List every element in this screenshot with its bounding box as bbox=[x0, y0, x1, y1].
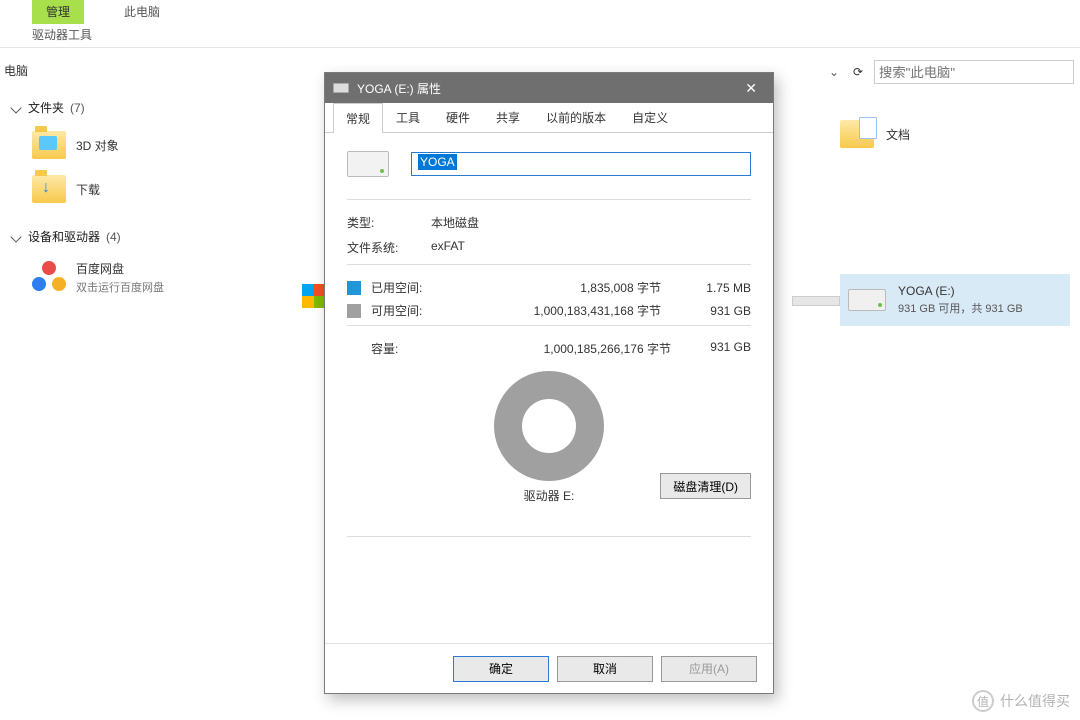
tab-tools[interactable]: 工具 bbox=[383, 102, 433, 132]
free-space-label: 可用空间: bbox=[371, 302, 441, 319]
filesystem-label: 文件系统: bbox=[347, 239, 431, 256]
tab-sharing[interactable]: 共享 bbox=[483, 102, 533, 132]
windows-logo-icon bbox=[302, 284, 326, 308]
dialog-body: YOGA 类型:本地磁盘 文件系统:exFAT 已用空间: 1,835,008 … bbox=[325, 133, 773, 643]
volume-name-input[interactable]: YOGA bbox=[411, 152, 751, 176]
properties-dialog: YOGA (E:) 属性 ✕ 常规 工具 硬件 共享 以前的版本 自定义 YOG… bbox=[324, 72, 774, 694]
chevron-down-icon bbox=[10, 231, 21, 242]
used-space-label: 已用空间: bbox=[371, 279, 441, 296]
ribbon-tab-thispc[interactable]: 此电脑 bbox=[110, 0, 174, 24]
drive-yoga-e[interactable]: YOGA (E:) 931 GB 可用，共 931 GB bbox=[840, 274, 1070, 326]
capacity-label: 容量: bbox=[347, 340, 441, 357]
tab-custom[interactable]: 自定义 bbox=[619, 102, 681, 132]
tree-item-label: 3D 对象 bbox=[76, 137, 119, 154]
tree-item-label: 百度网盘 bbox=[76, 260, 164, 277]
tree-header-folders[interactable]: 文件夹 (7) bbox=[12, 96, 272, 119]
free-space-hr: 931 GB bbox=[691, 304, 751, 318]
drive-icon bbox=[347, 151, 389, 177]
dialog-titlebar[interactable]: YOGA (E:) 属性 ✕ bbox=[325, 73, 773, 103]
close-icon[interactable]: ✕ bbox=[737, 78, 765, 99]
type-label: 类型: bbox=[347, 214, 431, 231]
folder-label: 文档 bbox=[886, 126, 910, 143]
search-input[interactable] bbox=[874, 60, 1074, 84]
tree-group-devices: 设备和驱动器 (4) 百度网盘 双击运行百度网盘 bbox=[12, 225, 272, 299]
capacity-bar bbox=[792, 296, 840, 306]
used-space-hr: 1.75 MB bbox=[691, 281, 751, 295]
cancel-button[interactable]: 取消 bbox=[557, 656, 653, 682]
tree-header-count: (7) bbox=[70, 101, 85, 115]
tree-header-label: 设备和驱动器 bbox=[28, 228, 100, 245]
tree-header-devices[interactable]: 设备和驱动器 (4) bbox=[12, 225, 272, 248]
ok-button[interactable]: 确定 bbox=[453, 656, 549, 682]
chevron-down-icon bbox=[10, 102, 21, 113]
capacity-bytes: 1,000,185,266,176 字节 bbox=[441, 340, 691, 357]
apply-button[interactable]: 应用(A) bbox=[661, 656, 757, 682]
free-space-bytes: 1,000,183,431,168 字节 bbox=[451, 302, 681, 319]
free-space-swatch bbox=[347, 304, 361, 318]
nav-tree: 文件夹 (7) 3D 对象 下载 设备和驱动器 (4) 百度网盘 双击运行百度网… bbox=[12, 96, 272, 317]
folder-downloads-icon bbox=[32, 175, 66, 203]
tab-previous[interactable]: 以前的版本 bbox=[533, 102, 619, 132]
address-dropdown-icon[interactable]: ⌄ bbox=[824, 62, 844, 82]
tree-header-count: (4) bbox=[106, 230, 121, 244]
baidu-netdisk-icon bbox=[32, 261, 66, 295]
drive-icon bbox=[333, 83, 349, 93]
capacity-hr: 931 GB bbox=[691, 340, 751, 357]
disk-cleanup-button[interactable]: 磁盘清理(D) bbox=[660, 473, 751, 499]
used-space-bytes: 1,835,008 字节 bbox=[451, 279, 681, 296]
tree-item-label: 下载 bbox=[76, 181, 100, 198]
dialog-title: YOGA (E:) 属性 bbox=[357, 80, 441, 97]
tree-item-downloads[interactable]: 下载 bbox=[12, 171, 272, 207]
divider bbox=[347, 264, 751, 265]
watermark-text: 什么值得买 bbox=[1000, 691, 1070, 711]
tree-header-label: 文件夹 bbox=[28, 99, 64, 116]
watermark-badge-icon: 值 bbox=[972, 690, 994, 712]
documents-folder-icon bbox=[840, 120, 874, 148]
ribbon-tab-manage[interactable]: 管理 bbox=[32, 0, 84, 24]
dialog-tabs: 常规 工具 硬件 共享 以前的版本 自定义 bbox=[325, 103, 773, 133]
type-value: 本地磁盘 bbox=[431, 214, 751, 231]
divider bbox=[347, 536, 751, 537]
tree-group-folders: 文件夹 (7) 3D 对象 下载 bbox=[12, 96, 272, 207]
ribbon-subtab-drivetools[interactable]: 驱动器工具 bbox=[32, 26, 92, 43]
drive-icon bbox=[848, 289, 886, 311]
usage-pie-chart bbox=[494, 371, 604, 481]
tab-general[interactable]: 常规 bbox=[333, 103, 383, 133]
content-right-column: 文档 YOGA (E:) 931 GB 可用，共 931 GB bbox=[840, 120, 1070, 326]
drive-capacity-text: 931 GB 可用，共 931 GB bbox=[898, 300, 1023, 316]
folder-documents[interactable]: 文档 bbox=[840, 120, 1070, 148]
ribbon: 管理 此电脑 驱动器工具 bbox=[0, 0, 1080, 48]
folder-3d-icon bbox=[32, 131, 66, 159]
divider bbox=[347, 325, 751, 326]
filesystem-value: exFAT bbox=[431, 239, 751, 256]
used-space-swatch bbox=[347, 281, 361, 295]
tree-item-3dobjects[interactable]: 3D 对象 bbox=[12, 127, 272, 163]
breadcrumb[interactable]: 电脑 bbox=[4, 62, 28, 79]
tree-item-baidu[interactable]: 百度网盘 双击运行百度网盘 bbox=[12, 256, 272, 299]
dialog-footer: 确定 取消 应用(A) bbox=[325, 643, 773, 693]
refresh-icon[interactable]: ⟳ bbox=[848, 62, 868, 82]
drive-name: YOGA (E:) bbox=[898, 284, 1023, 298]
divider bbox=[347, 199, 751, 200]
tab-hardware[interactable]: 硬件 bbox=[433, 102, 483, 132]
watermark: 值 什么值得买 bbox=[972, 690, 1070, 712]
tree-item-sublabel: 双击运行百度网盘 bbox=[76, 279, 164, 295]
